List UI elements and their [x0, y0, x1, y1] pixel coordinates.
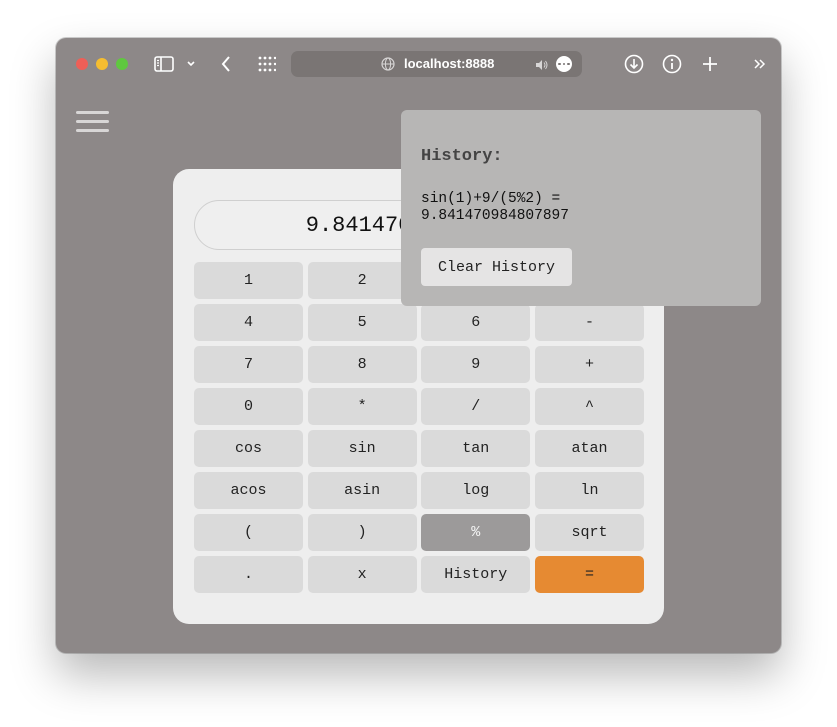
plus-icon[interactable] [699, 52, 721, 76]
browser-toolbar: localhost:8888 [56, 38, 781, 90]
back-arrow-icon[interactable] [216, 52, 236, 76]
key-minus[interactable]: - [534, 304, 644, 341]
key-1[interactable]: 1 [194, 262, 303, 299]
key-5[interactable]: 5 [307, 304, 417, 341]
address-bar[interactable]: localhost:8888 [291, 51, 582, 77]
browser-window: localhost:8888 9.841470984807897 1 2 3 / [56, 38, 781, 653]
key-tan[interactable]: tan [421, 430, 531, 467]
key-sin[interactable]: sin [307, 430, 417, 467]
url-text: localhost:8888 [404, 56, 495, 71]
key-multiply[interactable]: * [307, 388, 417, 425]
key-modulo[interactable]: % [421, 514, 531, 551]
chevron-down-icon[interactable] [184, 52, 198, 76]
key-4[interactable]: 4 [194, 304, 303, 341]
key-plus[interactable]: + [534, 346, 644, 383]
key-0[interactable]: 0 [194, 388, 303, 425]
key-power[interactable]: ^ [534, 388, 644, 425]
key-8[interactable]: 8 [307, 346, 417, 383]
menu-icon[interactable] [76, 111, 109, 133]
more-icon[interactable] [556, 56, 572, 72]
double-chevron-icon[interactable] [751, 52, 769, 76]
close-window-button[interactable] [76, 58, 88, 70]
info-icon[interactable] [661, 52, 683, 76]
sidebar-icon[interactable] [152, 52, 176, 76]
calculator-keypad: 1 2 3 / 4 5 6 - 7 8 9 + 0 * / ^ cos sin … [194, 262, 644, 593]
key-7[interactable]: 7 [194, 346, 303, 383]
minimize-window-button[interactable] [96, 58, 108, 70]
tab-grid-icon[interactable] [256, 52, 278, 76]
key-acos[interactable]: acos [194, 472, 303, 509]
history-result: 9.841470984807897 [421, 208, 569, 224]
download-icon[interactable] [623, 52, 645, 76]
zoom-window-button[interactable] [116, 58, 128, 70]
globe-icon [381, 57, 395, 76]
key-open-paren[interactable]: ( [194, 514, 303, 551]
key-atan[interactable]: atan [534, 430, 644, 467]
history-expression: sin(1)+9/(5%2) = [421, 191, 561, 207]
key-cos[interactable]: cos [194, 430, 303, 467]
key-divide[interactable]: / [421, 388, 531, 425]
history-title: History: [421, 147, 503, 166]
key-asin[interactable]: asin [307, 472, 417, 509]
history-entry: sin(1)+9/(5%2) = 9.841470984807897 [421, 191, 569, 225]
key-6[interactable]: 6 [421, 304, 531, 341]
key-x[interactable]: x [307, 556, 417, 593]
key-decimal[interactable]: . [194, 556, 303, 593]
equals-button[interactable]: = [534, 556, 644, 593]
key-ln[interactable]: ln [534, 472, 644, 509]
key-9[interactable]: 9 [421, 346, 531, 383]
speaker-icon[interactable] [535, 58, 549, 76]
key-log[interactable]: log [421, 472, 531, 509]
key-sqrt[interactable]: sqrt [534, 514, 644, 551]
history-button[interactable]: History [421, 556, 531, 593]
key-close-paren[interactable]: ) [307, 514, 417, 551]
history-panel: History: sin(1)+9/(5%2) = 9.841470984807… [401, 110, 761, 306]
clear-history-button[interactable]: Clear History [421, 248, 572, 286]
